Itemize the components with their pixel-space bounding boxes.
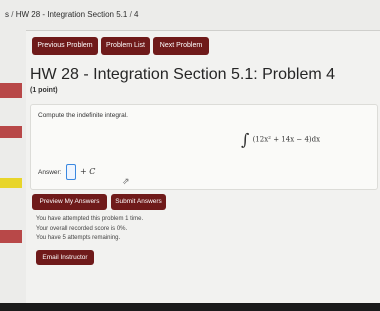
sidebar-mark [0, 83, 22, 98]
remaining-attempts-text: You have 5 attempts remaining. [36, 235, 121, 241]
breadcrumb-lead: s [5, 10, 9, 19]
left-sidebar [0, 30, 26, 303]
webwork-screen: s / HW 28 - Integration Section 5.1 / 4 … [0, 0, 380, 303]
point-value: (1 point) [30, 87, 58, 94]
answer-input[interactable] [66, 164, 76, 180]
constant-of-integration: + C [80, 167, 96, 176]
top-bar: s / HW 28 - Integration Section 5.1 / 4 [0, 0, 380, 31]
integral-symbol: ∫ [241, 130, 250, 149]
sidebar-mark [0, 126, 22, 138]
breadcrumb-problem: 4 [134, 10, 139, 19]
sidebar-highlight-mark [0, 178, 22, 188]
breadcrumb-set-link[interactable]: HW 28 - Integration Section 5.1 [16, 10, 128, 19]
next-problem-button[interactable]: Next Problem [153, 37, 209, 55]
answer-label: Answer: [38, 169, 62, 176]
breadcrumb: s / HW 28 - Integration Section 5.1 / 4 [5, 10, 138, 19]
attempt-status: You have attempted this problem 1 time. … [36, 215, 143, 244]
page-title: HW 28 - Integration Section 5.1: Problem… [30, 66, 336, 83]
problem-prompt: Compute the indefinite integral. [38, 112, 128, 119]
sidebar-mark [0, 230, 22, 243]
breadcrumb-separator: / [129, 10, 132, 19]
score-text: Your overall recorded score is 0%. [36, 225, 128, 232]
problem-list-button[interactable]: Problem List [101, 37, 150, 55]
attempt-count-text: You have attempted this problem 1 time. [36, 216, 144, 222]
email-instructor-button[interactable]: Email Instructor [36, 250, 94, 265]
problem-box: Compute the indefinite integral. ∫ (12x²… [30, 104, 378, 190]
breadcrumb-separator: / [11, 10, 14, 19]
integrand: (12x² + 14x − 4)dx [252, 135, 321, 144]
previous-problem-button[interactable]: Previous Problem [32, 37, 98, 55]
submit-answers-button[interactable]: Submit Answers [111, 194, 166, 210]
mouse-pointer-icon: ⇗ [122, 176, 130, 186]
preview-answers-button[interactable]: Preview My Answers [32, 194, 107, 210]
integral-expression: ∫ (12x² + 14x − 4)dx [241, 130, 320, 149]
